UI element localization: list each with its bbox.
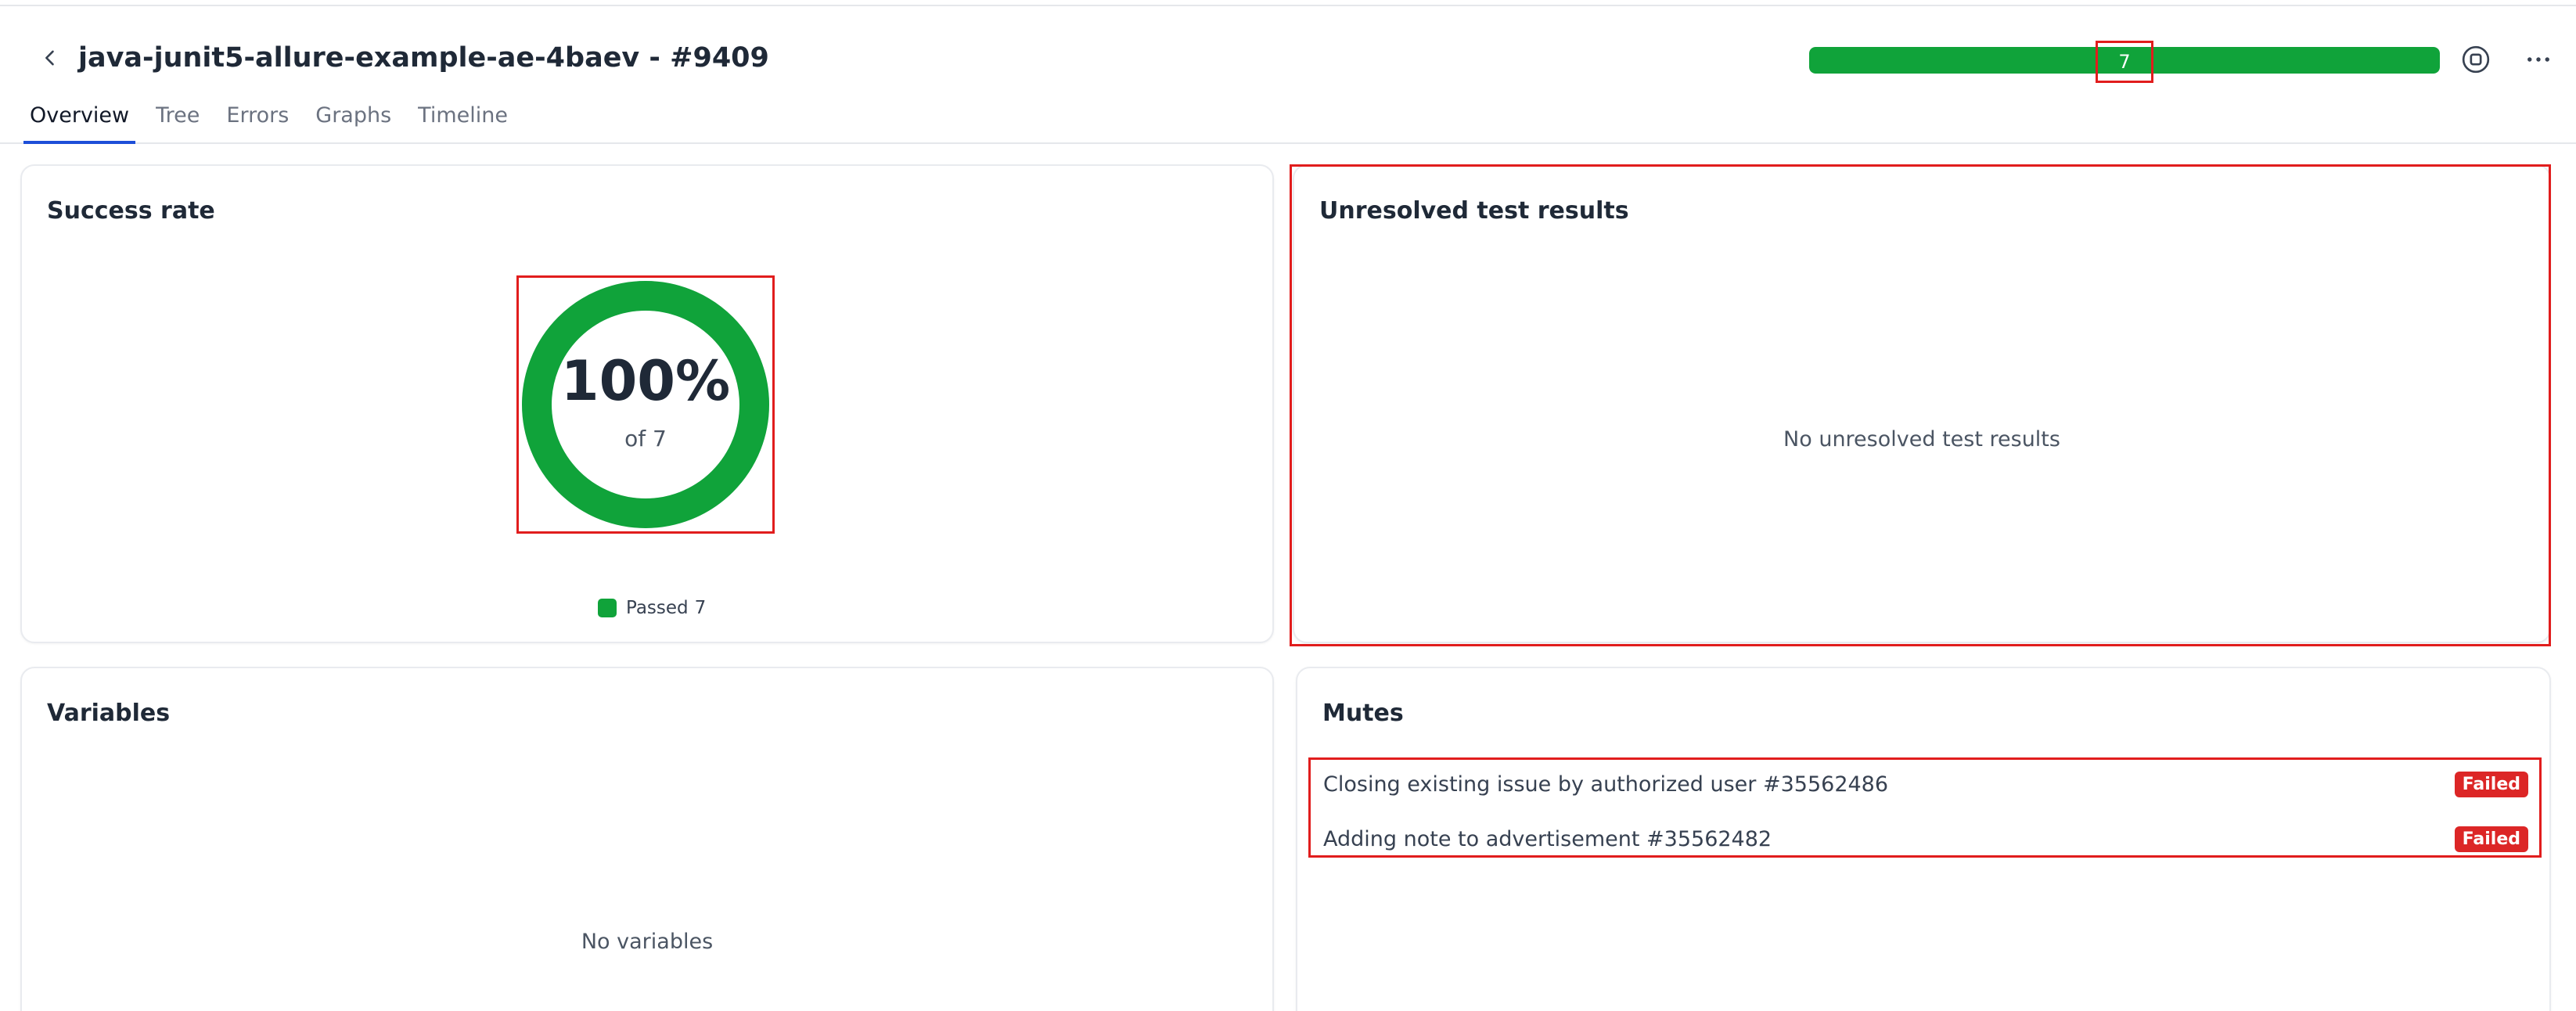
launch-header: java-junit5-allure-example-ae-4baev - #9… [0, 6, 2576, 144]
success-rate-widget: Success rate 100% of 7 Passed 7 [20, 164, 1274, 643]
success-rate-legend: Passed 7 [598, 598, 706, 618]
mutes-list: Closing existing issue by authorized use… [1308, 757, 2542, 858]
progress-count-label: 7 [2096, 41, 2153, 83]
stop-circle-icon [2462, 45, 2490, 74]
back-button[interactable] [33, 41, 67, 75]
tab-timeline[interactable]: Timeline [412, 97, 514, 144]
status-badge: Failed [2454, 826, 2528, 852]
variables-empty-text: No variables [581, 930, 714, 954]
page-title: java-junit5-allure-example-ae-4baev - #9… [78, 42, 769, 74]
variables-widget: Variables No variables [20, 667, 1274, 1011]
status-badge: Failed [2454, 771, 2528, 797]
success-rate-title: Success rate [47, 197, 215, 225]
chevron-left-icon [45, 50, 54, 66]
mutes-title: Mutes [1322, 700, 1404, 727]
variables-title: Variables [47, 700, 171, 727]
tab-overview[interactable]: Overview [23, 97, 136, 144]
tab-errors[interactable]: Errors [220, 97, 295, 144]
tab-graphs[interactable]: Graphs [309, 97, 398, 144]
more-actions-button[interactable] [2518, 39, 2559, 80]
mute-item-name: Closing existing issue by authorized use… [1323, 772, 1889, 797]
mutes-widget: Mutes Closing existing issue by authoriz… [1296, 667, 2551, 1011]
unresolved-empty-text: No unresolved test results [1783, 427, 2060, 452]
success-rate-total: of 7 [624, 426, 667, 452]
success-rate-donut-highlight: 100% of 7 [516, 275, 775, 534]
mute-item[interactable]: Closing existing issue by authorized use… [1323, 765, 2528, 804]
unresolved-title: Unresolved test results [1319, 197, 1629, 225]
mute-item[interactable]: Adding note to advertisement #35562482 F… [1323, 819, 2528, 858]
success-rate-percent: 100% [560, 349, 731, 413]
legend-passed-swatch [598, 599, 617, 617]
mute-item-name: Adding note to advertisement #35562482 [1323, 826, 1772, 851]
more-horizontal-icon [2527, 57, 2549, 62]
legend-passed-count: 7 [694, 598, 707, 618]
tab-tree[interactable]: Tree [149, 97, 206, 144]
window-top-edge [0, 0, 2576, 6]
stop-launch-button[interactable] [2455, 39, 2496, 80]
unresolved-results-widget: Unresolved test results No unresolved te… [1293, 164, 2551, 643]
tab-bar: Overview Tree Errors Graphs Timeline [23, 97, 528, 144]
legend-passed-label: Passed [626, 598, 689, 618]
